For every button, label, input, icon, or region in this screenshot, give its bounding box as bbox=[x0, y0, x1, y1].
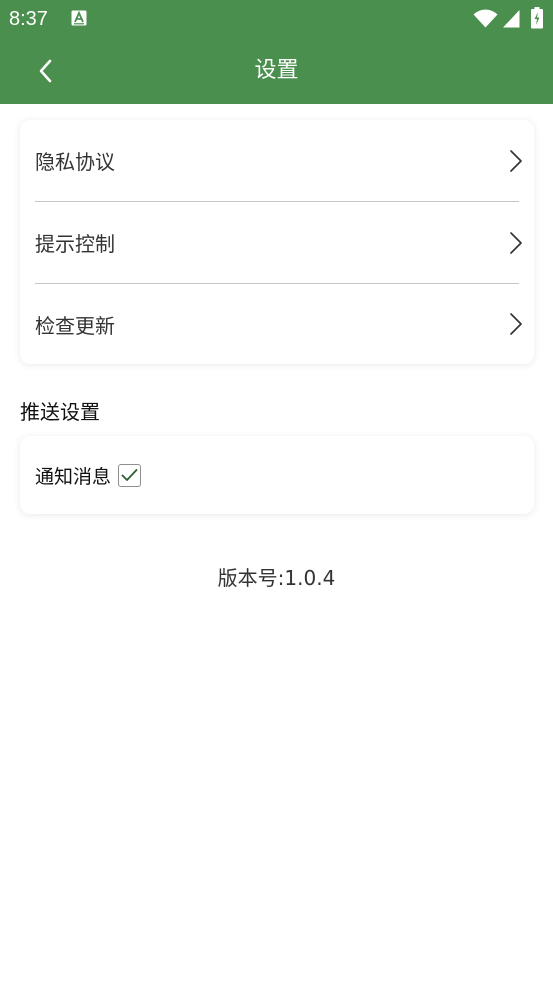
battery-charging-icon bbox=[530, 7, 544, 29]
status-time: 8:37 bbox=[9, 8, 48, 30]
menu-item-label: 隐私协议 bbox=[35, 150, 115, 174]
menu-item-label: 检查更新 bbox=[35, 313, 115, 338]
push-settings-card: 通知消息 bbox=[20, 436, 534, 514]
page-title: 设置 bbox=[254, 58, 299, 83]
wifi-icon bbox=[473, 9, 498, 28]
checkmark-icon bbox=[121, 469, 138, 481]
back-button[interactable] bbox=[30, 55, 62, 87]
menu-item-check-update[interactable]: 检查更新 bbox=[20, 284, 534, 364]
app-header: 设置 bbox=[0, 38, 553, 104]
chevron-right-icon bbox=[510, 231, 522, 254]
a-letter-icon bbox=[71, 10, 87, 26]
chevron-right-icon bbox=[510, 149, 522, 172]
signal-icon bbox=[502, 9, 520, 28]
notification-checkbox[interactable] bbox=[118, 463, 142, 487]
menu-item-label: 提示控制 bbox=[35, 232, 115, 256]
status-bar: 8:37 bbox=[0, 0, 553, 38]
menu-item-prompt-control[interactable]: 提示控制 bbox=[20, 202, 534, 283]
notification-label: 通知消息 bbox=[35, 465, 112, 488]
chevron-right-icon bbox=[510, 313, 522, 335]
settings-screen: 8:37 设置 隐私协议 提示控制 检查更新 推送设置 通知消息 版本号:1.0… bbox=[0, 0, 553, 984]
notification-row: 通知消息 bbox=[20, 436, 534, 514]
chevron-left-icon bbox=[39, 59, 52, 83]
section-heading-push-settings: 推送设置 bbox=[20, 400, 100, 424]
menu-item-privacy-policy[interactable]: 隐私协议 bbox=[20, 120, 534, 201]
version-label: 版本号:1.0.4 bbox=[217, 566, 336, 590]
settings-menu-card: 隐私协议 提示控制 检查更新 bbox=[20, 120, 534, 364]
